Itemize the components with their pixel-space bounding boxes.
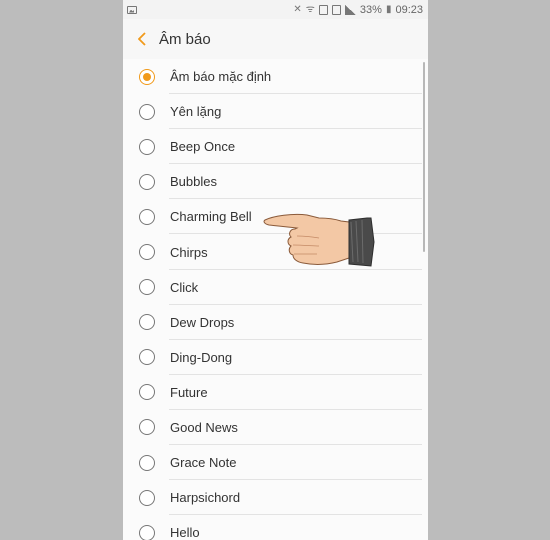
list-item[interactable]: Ding-Dong	[123, 340, 428, 375]
image-notification-icon	[127, 5, 137, 14]
ringtone-label: Chirps	[170, 244, 208, 260]
list-item[interactable]: Bubbles	[123, 164, 428, 200]
clock: 09:23	[395, 3, 423, 16]
radio-button[interactable]	[139, 244, 155, 261]
nfc-icon	[331, 4, 341, 15]
list-item[interactable]: Future	[123, 375, 428, 411]
radio-button[interactable]	[139, 489, 155, 506]
header: Âm báo	[123, 19, 428, 59]
radio-button[interactable]	[139, 314, 155, 331]
back-button[interactable]	[135, 29, 149, 49]
radio-button[interactable]	[139, 173, 155, 190]
list-item[interactable]: Hello	[123, 515, 428, 540]
ringtone-list: Âm báo mặc định Yên lặng Beep Once Bubbles C…	[123, 59, 428, 540]
scrollbar[interactable]	[423, 62, 425, 252]
radio-button[interactable]	[139, 279, 155, 296]
list-item[interactable]: Good News	[123, 410, 428, 446]
radio-button[interactable]	[139, 384, 155, 401]
page-title: Âm báo	[159, 30, 211, 48]
ringtone-label: Charming Bell	[170, 209, 252, 225]
radio-button[interactable]	[139, 524, 155, 540]
radio-button[interactable]	[139, 103, 155, 120]
ringtone-label: Good News	[170, 419, 238, 435]
radio-button[interactable]	[139, 349, 155, 366]
list-item[interactable]: Click	[123, 270, 428, 305]
ringtone-label: Grace Note	[170, 455, 237, 471]
battery-icon: ▮	[385, 3, 392, 15]
wifi-icon: ᯤ	[305, 3, 315, 15]
ringtone-label: Future	[170, 384, 208, 400]
ringtone-label: Beep Once	[170, 139, 236, 155]
ringtone-label: Âm báo mặc định	[170, 69, 272, 85]
ringtone-label: Dew Drops	[170, 314, 235, 330]
status-bar: ✕ ᯤ 33% ▮ 09:23	[123, 0, 428, 19]
radio-button[interactable]	[139, 68, 155, 85]
ringtone-label: Harpsichord	[170, 490, 241, 506]
list-item[interactable]: Harpsichord	[123, 480, 428, 516]
list-item[interactable]: Yên lặng	[123, 94, 428, 130]
list-item[interactable]: Beep Once	[123, 129, 428, 165]
radio-button[interactable]	[139, 454, 155, 471]
ringtone-label: Hello	[170, 525, 200, 540]
ringtone-label: Yên lặng	[170, 104, 222, 120]
list-item[interactable]: Âm báo mặc định	[123, 59, 428, 95]
battery-percent: 33%	[359, 3, 382, 16]
sim-icon	[318, 4, 328, 15]
mute-icon: ✕	[293, 3, 302, 15]
pointing-hand-icon	[263, 213, 375, 267]
ringtone-label: Bubbles	[170, 174, 217, 190]
list-item[interactable]: Grace Note	[123, 445, 428, 481]
radio-button[interactable]	[139, 208, 155, 225]
radio-button[interactable]	[139, 419, 155, 436]
radio-button[interactable]	[139, 138, 155, 155]
signal-icon	[344, 4, 356, 15]
chevron-left-icon	[138, 32, 146, 46]
ringtone-label: Ding-Dong	[170, 349, 233, 365]
list-item[interactable]: Dew Drops	[123, 305, 428, 340]
phone-screen: ✕ ᯤ 33% ▮ 09:23 Âm báo Âm báo mặc định Yê…	[123, 0, 428, 540]
ringtone-label: Click	[170, 279, 199, 295]
